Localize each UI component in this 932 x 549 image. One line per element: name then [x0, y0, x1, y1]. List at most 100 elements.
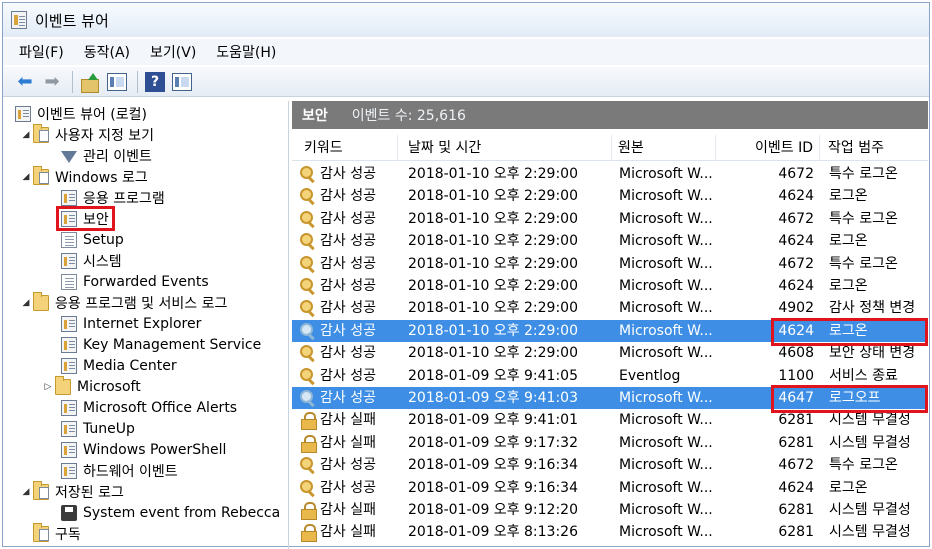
tree-item-microsoft[interactable]: ▷ Microsoft	[41, 375, 141, 397]
cell-datetime: 2018-01-10 오후 2:29:00	[408, 278, 578, 294]
tree-item-saved-logs[interactable]: ◢ 저장된 로그	[19, 480, 124, 502]
column-header-event-id[interactable]: 이벤트 ID	[716, 135, 820, 161]
tree-item-subscriptions[interactable]: 구독	[33, 522, 81, 544]
table-row[interactable]: 감사 성공 2018-01-10 오후 2:29:00 Microsoft W...…	[292, 230, 928, 252]
cell-event-id: 4624	[778, 479, 814, 496]
table-row[interactable]: 감사 성공 2018-01-10 오후 2:29:00 Microsoft W...…	[292, 319, 928, 342]
tree-item-label: Microsoft Office Alerts	[83, 399, 238, 416]
tree-item-application[interactable]: 응용 프로그램	[61, 187, 165, 208]
tree-item-media-center[interactable]: Media Center	[61, 355, 177, 376]
table-row[interactable]: 감사 성공 2018-01-09 오후 9:41:05 Eventlog 1100 서비…	[292, 365, 928, 387]
column-header-source[interactable]: 원본	[612, 135, 716, 161]
collapse-triangle-icon[interactable]: ◢	[19, 130, 33, 140]
help-icon: ?	[145, 71, 165, 92]
cell-source: Microsoft W...	[619, 479, 713, 496]
column-header-task-category[interactable]: 작업 범주	[820, 135, 928, 161]
tree-item-app-service-logs[interactable]: ◢ 응용 프로그램 및 서비스 로그	[19, 291, 228, 313]
tree-item-label: 시스템	[83, 253, 122, 270]
toolbar-separator	[137, 70, 138, 93]
log-icon	[61, 399, 77, 416]
tree-item-microsoft-office-alerts[interactable]: Microsoft Office Alerts	[61, 397, 237, 418]
up-one-level-button[interactable]	[78, 70, 102, 94]
help-button[interactable]: ?	[143, 70, 167, 94]
cell-task-category: 서비스 종료	[829, 367, 898, 384]
tree-item-hardware-events[interactable]: 하드웨어 이벤트	[61, 460, 178, 481]
key-icon	[300, 188, 316, 204]
cell-keyword: 감사 성공	[320, 457, 376, 474]
menu-action[interactable]: 동작(A)	[84, 42, 130, 62]
tree-item-custom-views[interactable]: ◢ 사용자 지정 보기	[19, 123, 154, 145]
log-icon	[61, 315, 77, 332]
tree-item-label: 응용 프로그램 및 서비스 로그	[55, 295, 228, 312]
cell-source: Eventlog	[619, 367, 681, 384]
show-hide-tree-button[interactable]	[105, 70, 129, 94]
cell-datetime: 2018-01-09 오후 9:16:34	[408, 479, 578, 496]
collapse-triangle-icon[interactable]: ◢	[19, 172, 33, 182]
tree-item-forwarded-events[interactable]: Forwarded Events	[61, 271, 209, 292]
cell-keyword: 감사 실패	[320, 524, 376, 541]
event-count: 이벤트 수: 25,616	[351, 108, 466, 124]
cell-source: Microsoft W...	[619, 457, 713, 474]
table-row[interactable]: 감사 성공 2018-01-10 오후 2:29:00 Microsoft W...…	[292, 163, 928, 185]
table-row[interactable]: 감사 성공 2018-01-10 오후 2:29:00 Microsoft W...…	[292, 275, 928, 297]
collapse-triangle-icon[interactable]: ◢	[19, 487, 33, 497]
tree-item-internet-explorer[interactable]: Internet Explorer	[61, 313, 201, 334]
tree-item-label: System event from Rebecca	[83, 504, 281, 521]
table-row[interactable]: 감사 성공 2018-01-09 오후 9:16:34 Microsoft W...…	[292, 454, 928, 476]
cell-datetime: 2018-01-09 오후 9:41:03	[408, 390, 578, 406]
show-hide-action-pane-button[interactable]	[170, 70, 194, 94]
tree-item-windows-logs[interactable]: ◢ Windows 로그	[19, 165, 148, 187]
menu-help[interactable]: 도움말(H)	[216, 42, 276, 62]
collapse-triangle-icon[interactable]: ◢	[19, 298, 33, 308]
tree-item-key-management-service[interactable]: Key Management Service	[61, 334, 261, 355]
cell-event-id: 4624	[778, 278, 814, 294]
cell-datetime: 2018-01-10 오후 2:29:00	[408, 255, 578, 272]
table-row[interactable]: 감사 실패 2018-01-09 오후 9:17:32 Microsoft W...…	[292, 432, 928, 454]
tree-item-windows-powershell[interactable]: Windows PowerShell	[61, 439, 226, 460]
expand-triangle-icon[interactable]: ▷	[41, 382, 55, 392]
table-row[interactable]: 감사 성공 2018-01-09 오후 9:16:34 Microsoft W...…	[292, 477, 928, 499]
tree-item-event-viewer-local[interactable]: 이벤트 뷰어 (로컬)	[15, 103, 147, 124]
cell-datetime: 2018-01-09 오후 9:17:32	[408, 434, 578, 451]
table-row[interactable]: 감사 실패 2018-01-09 오후 9:12:20 Microsoft W...…	[292, 499, 928, 521]
lock-icon	[301, 412, 317, 431]
tree-item-label: 하드웨어 이벤트	[83, 463, 178, 480]
tree-item-security[interactable]: 보안	[56, 206, 115, 231]
forward-button[interactable]: ➡	[40, 70, 64, 94]
cell-event-id: 4672	[778, 457, 814, 474]
document-icon	[61, 273, 77, 290]
cell-event-id: 4672	[778, 255, 814, 272]
key-icon	[300, 300, 316, 316]
column-header-keyword[interactable]: 키워드	[292, 135, 398, 161]
tree-item-tuneup[interactable]: TuneUp	[61, 418, 135, 439]
back-button[interactable]: ⬅	[13, 70, 37, 94]
tree-item-admin-events[interactable]: 관리 이벤트	[61, 145, 152, 166]
menu-file[interactable]: 파일(F)	[19, 42, 64, 62]
table-row[interactable]: 감사 실패 2018-01-09 오후 9:41:01 Microsoft W...…	[292, 409, 928, 431]
cell-event-id: 1100	[778, 367, 814, 384]
cell-event-id: 6281	[778, 524, 814, 541]
table-row[interactable]: 감사 성공 2018-01-10 오후 2:29:00 Microsoft W...…	[292, 253, 928, 275]
key-icon	[300, 367, 316, 384]
show-hide-action-pane-icon	[172, 72, 192, 91]
menu-view[interactable]: 보기(V)	[150, 42, 196, 62]
table-row[interactable]: 감사 성공 2018-01-10 오후 2:29:00 Microsoft W...…	[292, 208, 928, 230]
tree-item-label: Microsoft	[77, 378, 141, 395]
table-row[interactable]: 감사 성공 2018-01-10 오후 2:29:00 Microsoft W...…	[292, 342, 928, 364]
column-header-datetime[interactable]: 날짜 및 시간	[398, 135, 612, 161]
key-icon	[300, 255, 316, 272]
table-row[interactable]: 감사 실패 2018-01-09 오후 8:13:26 Microsoft W...…	[292, 521, 928, 543]
cell-datetime: 2018-01-09 오후 9:41:01	[408, 412, 578, 429]
highlight-box: 보안	[56, 206, 115, 231]
cell-task-category: 특수 로그온	[829, 166, 898, 182]
tree-item-system[interactable]: 시스템	[61, 250, 122, 271]
table-row[interactable]: 감사 성공 2018-01-10 오후 2:29:00 Microsoft W...…	[292, 185, 928, 207]
tree-item-system-event-from-rebecca[interactable]: System event from Rebecca	[61, 502, 280, 523]
cell-keyword: 감사 성공	[320, 166, 376, 182]
table-row[interactable]: 감사 성공 2018-01-10 오후 2:29:00 Microsoft W...…	[292, 297, 928, 319]
tree-item-setup[interactable]: Setup	[61, 229, 124, 250]
table-row[interactable]: 감사 성공 2018-01-09 오후 9:41:03 Microsoft W...…	[292, 387, 928, 409]
cell-keyword: 감사 성공	[320, 255, 376, 272]
cell-event-id: 4624	[778, 233, 814, 250]
back-arrow-icon: ⬅	[17, 70, 33, 92]
